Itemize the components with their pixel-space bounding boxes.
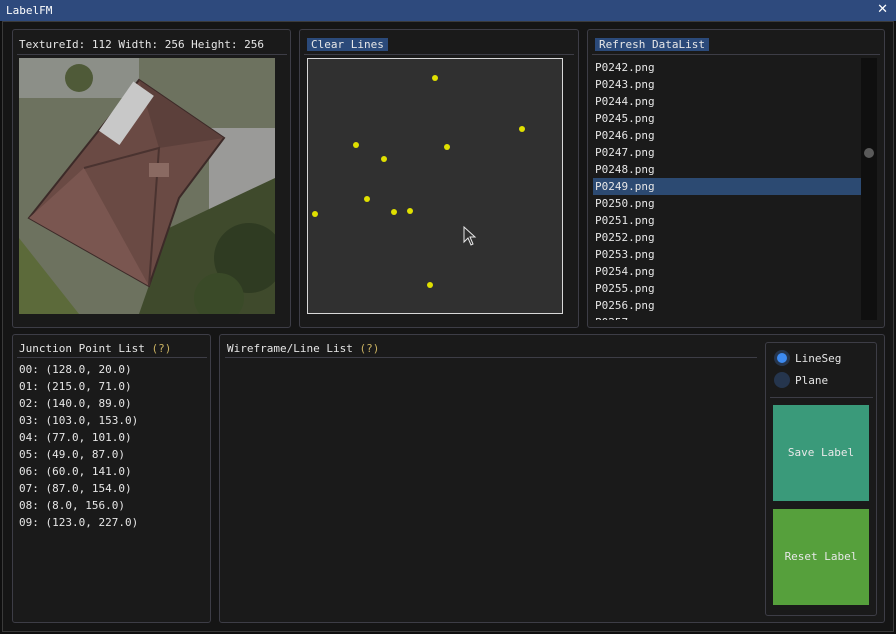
plane-label[interactable]: Plane — [795, 374, 828, 387]
junction-list-item: 05: (49.0, 87.0) — [19, 448, 125, 461]
file-list-item[interactable]: P0247.png — [593, 144, 861, 161]
junction-point-06[interactable] — [364, 196, 370, 202]
junction-list-item: 02: (140.0, 89.0) — [19, 397, 132, 410]
junction-point-05[interactable] — [353, 142, 359, 148]
junction-point-01[interactable] — [519, 126, 525, 132]
plane-radio[interactable] — [774, 372, 790, 388]
file-list-item[interactable]: P0248.png — [593, 161, 861, 178]
junction-point-09[interactable] — [427, 282, 433, 288]
file-list-item[interactable]: P0253.png — [593, 246, 861, 263]
lineseg-label[interactable]: LineSeg — [795, 352, 841, 365]
texture-info: TextureId: 112 Width: 256 Height: 256 — [19, 38, 265, 51]
close-icon[interactable]: ✕ — [877, 2, 888, 17]
aerial-image — [19, 58, 275, 314]
file-list-item[interactable]: P0245.png — [593, 110, 861, 127]
junction-point-08[interactable] — [312, 211, 318, 217]
junction-list-item: 04: (77.0, 101.0) — [19, 431, 132, 444]
junction-list-item: 00: (128.0, 20.0) — [19, 363, 132, 376]
junction-list-item: 03: (103.0, 153.0) — [19, 414, 139, 427]
file-list-scrollbar[interactable] — [861, 58, 877, 320]
label-canvas[interactable] — [307, 58, 563, 314]
save-label-button[interactable]: Save Label — [773, 405, 869, 501]
window-titlebar[interactable]: LabelFM ✕ — [0, 0, 896, 21]
file-list-item[interactable]: P0257.png — [593, 314, 861, 320]
junction-list-item: 08: (8.0, 156.0) — [19, 499, 125, 512]
wireframe-help-icon[interactable]: (?) — [359, 342, 379, 355]
file-list-item[interactable]: P0249.png — [593, 178, 861, 195]
junction-title-label: Junction Point List — [19, 342, 145, 355]
junction-panel — [12, 334, 211, 623]
file-list-item[interactable]: P0255.png — [593, 280, 861, 297]
lineseg-radio[interactable] — [774, 350, 790, 366]
file-list-item[interactable]: P0254.png — [593, 263, 861, 280]
file-list-item[interactable]: P0252.png — [593, 229, 861, 246]
junction-point-00[interactable] — [432, 75, 438, 81]
refresh-datalist-button[interactable]: Refresh DataList — [595, 38, 709, 51]
file-list-item[interactable]: P0246.png — [593, 127, 861, 144]
junction-help-icon[interactable]: (?) — [151, 342, 171, 355]
reset-label-text: Reset Label — [784, 550, 858, 563]
junction-list-item: 01: (215.0, 71.0) — [19, 380, 132, 393]
file-list-item[interactable]: P0243.png — [593, 76, 861, 93]
scrollbar-grab[interactable] — [864, 148, 874, 158]
junction-point-02[interactable] — [444, 144, 450, 150]
file-list[interactable]: P0242.png P0243.png P0244.png P0245.png P024… — [593, 58, 861, 320]
junction-title: Junction Point List (?) — [19, 342, 171, 355]
wireframe-title-label: Wireframe/Line List — [227, 342, 353, 355]
wireframe-title: Wireframe/Line List (?) — [227, 342, 379, 355]
mouse-cursor-icon — [463, 226, 477, 246]
save-label-text: Save Label — [787, 446, 855, 459]
junction-point-04[interactable] — [381, 156, 387, 162]
file-list-item[interactable]: P0256.png — [593, 297, 861, 314]
file-list-item[interactable]: P0250.png — [593, 195, 861, 212]
junction-point-07[interactable] — [391, 209, 397, 215]
junction-list-item: 06: (60.0, 141.0) — [19, 465, 132, 478]
junction-list-item: 09: (123.0, 227.0) — [19, 516, 139, 529]
window-title: LabelFM — [6, 4, 53, 17]
file-list-item[interactable]: P0251.png — [593, 212, 861, 229]
clear-lines-button[interactable]: Clear Lines — [307, 38, 388, 51]
file-list-item[interactable]: P0244.png — [593, 93, 861, 110]
aerial-image-svg — [19, 58, 275, 314]
junction-list-item: 07: (87.0, 154.0) — [19, 482, 132, 495]
junction-point-03[interactable] — [407, 208, 413, 214]
wireframe-list[interactable] — [225, 360, 757, 618]
reset-label-button[interactable]: Reset Label — [773, 509, 869, 605]
file-list-item[interactable]: P0242.png — [593, 59, 861, 76]
